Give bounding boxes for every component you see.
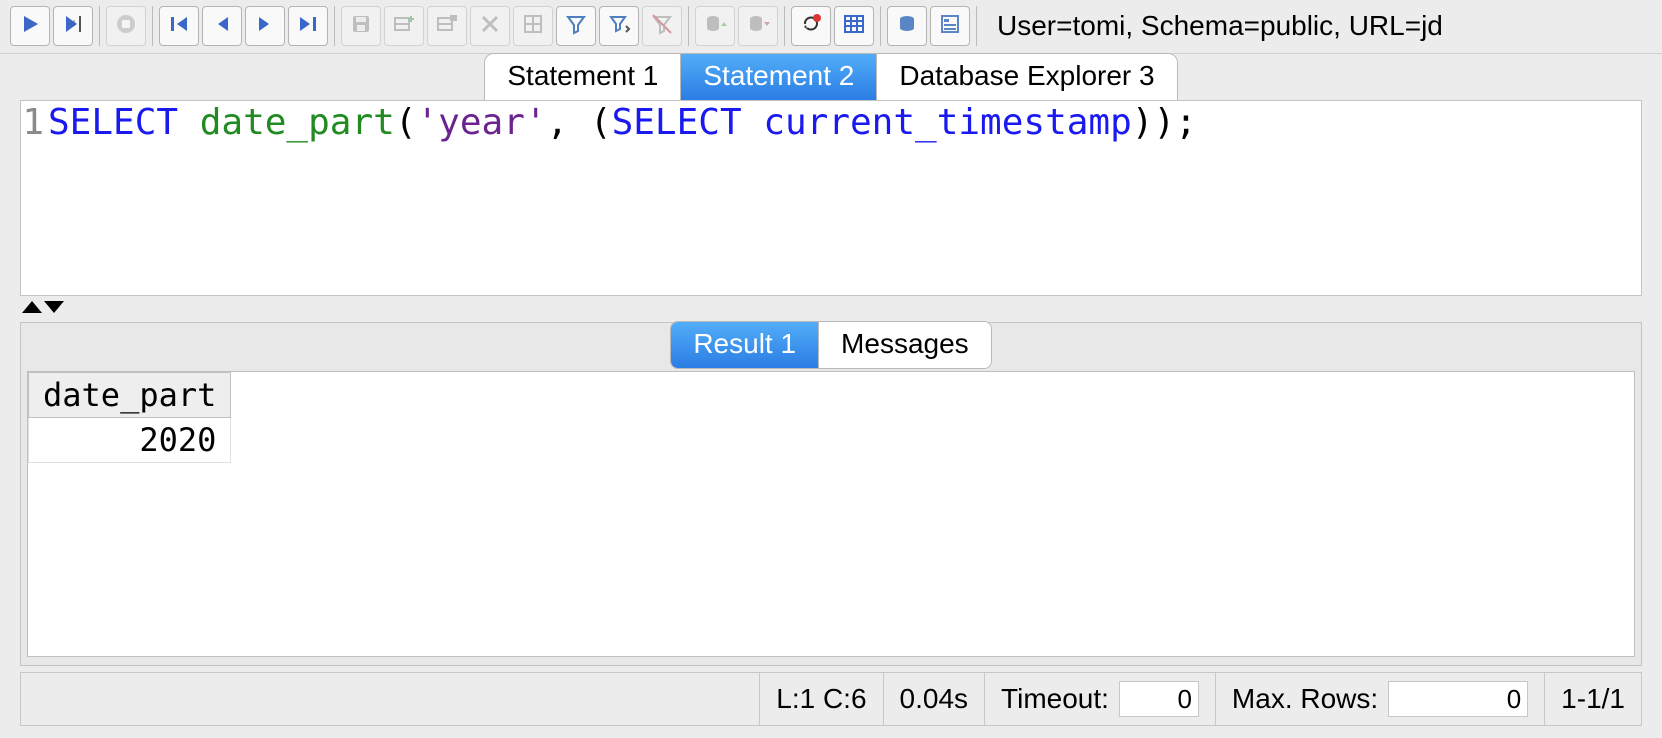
toolbar-group-nav [159, 6, 335, 46]
delete-icon [478, 12, 502, 39]
splitter-handle[interactable] [0, 296, 1662, 318]
toolbar-group-run: I [10, 6, 100, 46]
cursor-position: L:1 C:6 [759, 673, 882, 725]
stop-circle-icon [114, 12, 138, 39]
maxrows-input[interactable] [1388, 681, 1528, 717]
reconnect-button[interactable] [791, 6, 831, 46]
funnel-clear-icon [650, 12, 674, 39]
cell[interactable]: 2020 [29, 418, 231, 463]
column-header[interactable]: date_part [29, 373, 231, 418]
timeout-input[interactable] [1119, 681, 1199, 717]
last-icon [296, 12, 320, 39]
sql-token: SELECT [612, 102, 742, 143]
sql-token: 'year' [417, 102, 547, 143]
sql-token [742, 102, 764, 143]
sql-code[interactable]: SELECT date_part('year', (SELECT current… [47, 101, 1197, 295]
maxrows-label: Max. Rows: [1232, 683, 1378, 715]
play-cursor-icon: I [61, 12, 85, 39]
sql-token: , ( [547, 102, 612, 143]
grid-plus-icon [392, 12, 416, 39]
toolbar-group-views [887, 6, 977, 46]
result-tab-1[interactable]: Result 1 [671, 322, 819, 368]
prev-icon [210, 12, 234, 39]
run-button[interactable] [10, 6, 50, 46]
sql-token [178, 102, 200, 143]
first-icon [167, 12, 191, 39]
maxrows-cell: Max. Rows: [1215, 673, 1544, 725]
collapse-down-icon[interactable] [44, 301, 64, 313]
line-number: 1 [22, 102, 44, 143]
connection-info: User=tomi, Schema=public, URL=jd [997, 10, 1443, 42]
collapse-up-icon[interactable] [22, 301, 42, 313]
spreadsheet-button[interactable] [834, 6, 874, 46]
result-grid[interactable]: date_part2020 [27, 371, 1635, 657]
stop-button [106, 6, 146, 46]
form-view-icon [938, 12, 962, 39]
filter-dropdown-button[interactable] [599, 6, 639, 46]
reconnect-icon [799, 12, 823, 39]
prev-record-button[interactable] [202, 6, 242, 46]
next-icon [253, 12, 277, 39]
toolbar-group-stop [106, 6, 153, 46]
db-down-button [738, 6, 778, 46]
funnel-icon [564, 12, 588, 39]
sql-token: )); [1132, 102, 1197, 143]
execution-time: 0.04s [883, 673, 985, 725]
db-view-icon [895, 12, 919, 39]
sql-editor[interactable]: 1 SELECT date_part('year', (SELECT curre… [20, 100, 1642, 296]
table-row[interactable]: 2020 [29, 418, 231, 463]
play-icon [18, 12, 42, 39]
next-record-button[interactable] [245, 6, 285, 46]
sql-token: date_part [200, 102, 395, 143]
svg-text:I: I [73, 19, 75, 28]
line-number-gutter: 1 [21, 101, 47, 295]
sql-token: current_timestamp [763, 102, 1131, 143]
save-icon [349, 12, 373, 39]
status-bar: L:1 C:6 0.04s Timeout: Max. Rows: 1-1/1 [20, 672, 1642, 726]
grid-edit-button [513, 6, 553, 46]
results-panel: Result 1Messages date_part2020 [20, 322, 1642, 666]
editor-tab-2[interactable]: Statement 2 [681, 54, 877, 100]
timeout-label: Timeout: [1001, 683, 1109, 715]
save-button [341, 6, 381, 46]
toolbar-group-db [695, 6, 785, 46]
last-record-button[interactable] [288, 6, 328, 46]
toolbar: I User=tomi, Schema=public, URL=jd [0, 0, 1662, 54]
row-range: 1-1/1 [1544, 673, 1641, 725]
grid-dup-icon [435, 12, 459, 39]
duplicate-row-button [427, 6, 467, 46]
db-down-icon [746, 12, 770, 39]
toolbar-group-edit [341, 6, 689, 46]
db-up-icon [703, 12, 727, 39]
editor-tab-1[interactable]: Statement 1 [485, 54, 681, 100]
delete-row-button [470, 6, 510, 46]
editor-tabs: Statement 1Statement 2Database Explorer … [0, 54, 1662, 100]
db-view-button[interactable] [887, 6, 927, 46]
insert-row-button [384, 6, 424, 46]
form-view-button[interactable] [930, 6, 970, 46]
db-up-button [695, 6, 735, 46]
editor-tab-3[interactable]: Database Explorer 3 [877, 54, 1176, 100]
sql-token: SELECT [48, 102, 178, 143]
run-single-button[interactable]: I [53, 6, 93, 46]
spreadsheet-icon [842, 12, 866, 39]
funnel-down-icon [607, 12, 631, 39]
sql-token: ( [395, 102, 417, 143]
first-record-button[interactable] [159, 6, 199, 46]
result-tab-2[interactable]: Messages [819, 322, 991, 368]
toolbar-group-misc [791, 6, 881, 46]
filter-button[interactable] [556, 6, 596, 46]
grid-icon [521, 12, 545, 39]
clear-filter-button [642, 6, 682, 46]
timeout-cell: Timeout: [984, 673, 1215, 725]
